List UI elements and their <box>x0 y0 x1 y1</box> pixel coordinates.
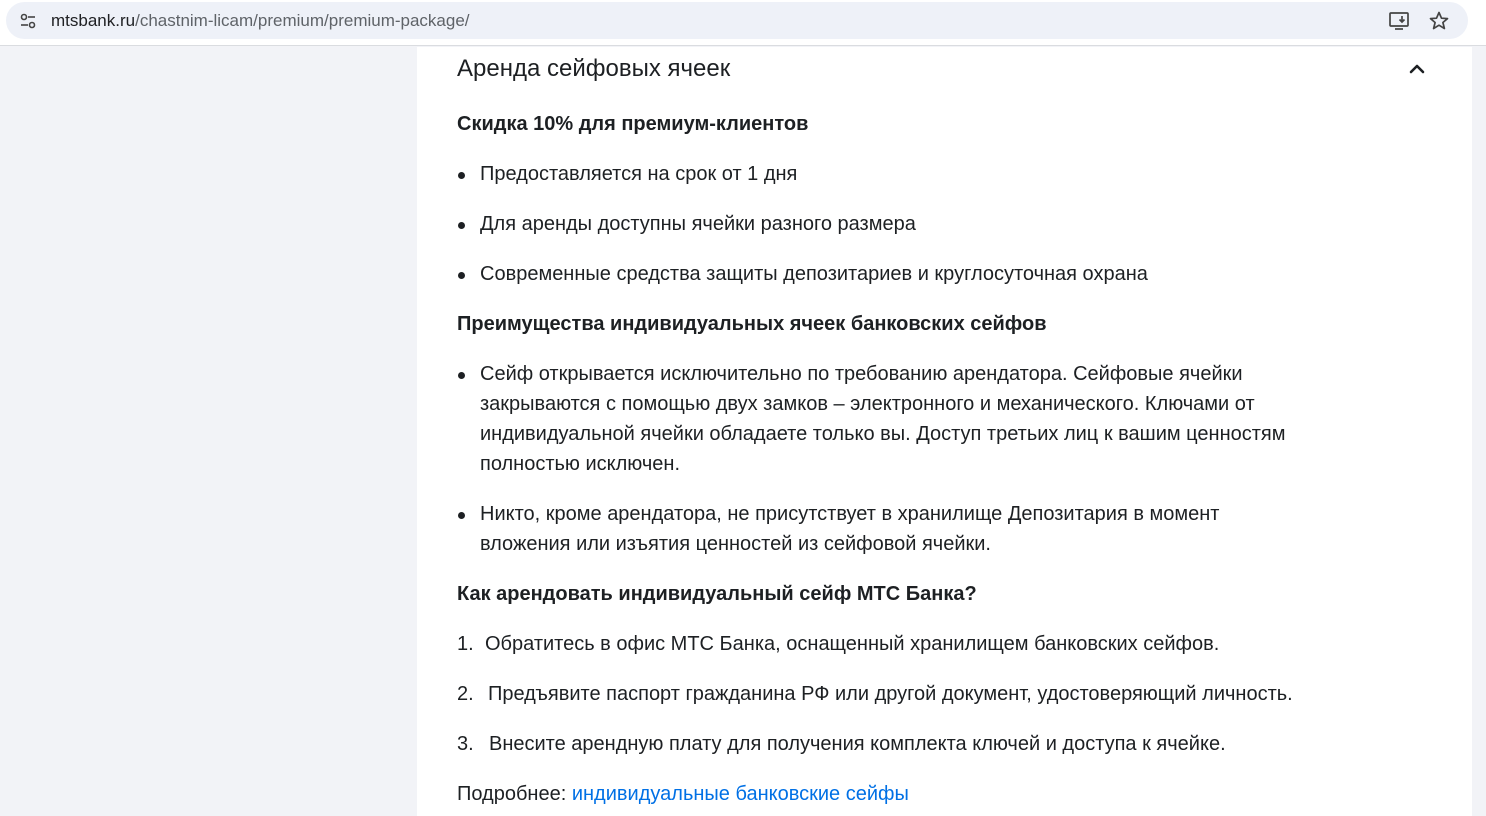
bullet-icon <box>458 512 465 519</box>
list-item: Сейф открывается исключительно по требов… <box>457 359 1377 479</box>
list-item: Предоставляется на срок от 1 дня <box>457 159 797 189</box>
step-number: 1. <box>457 633 474 655</box>
list-item: Современные средства защиты депозитариев… <box>457 259 1148 289</box>
advantages-heading: Преимущества индивидуальных ячеек банков… <box>457 313 1047 335</box>
more-label: Подробнее: <box>457 783 572 805</box>
step-item: 2. Предъявите паспорт гражданина РФ или д… <box>457 679 1293 709</box>
accordion-panel: Аренда сейфовых ячеек Скидка 10% для пре… <box>417 47 1472 816</box>
more-info: Подробнее: индивидуальные банковские сей… <box>457 779 909 809</box>
site-info-icon[interactable] <box>18 11 38 31</box>
discount-heading: Скидка 10% для премиум-клиентов <box>457 113 809 135</box>
chevron-up-icon[interactable] <box>1405 57 1429 81</box>
url-text[interactable]: mtsbank.ru/chastnim-licam/premium/premiu… <box>51 11 470 31</box>
address-bar[interactable]: mtsbank.ru/chastnim-licam/premium/premiu… <box>6 2 1468 39</box>
url-host: mtsbank.ru <box>51 11 136 30</box>
step-item: 1. Обратитесь в офис МТС Банка, оснащенны… <box>457 629 1219 659</box>
page-content: Аренда сейфовых ячеек Скидка 10% для пре… <box>0 47 1486 816</box>
bullet-icon <box>458 372 465 379</box>
url-path: /chastnim-licam/premium/premium-package/ <box>135 11 470 30</box>
bullet-icon <box>458 272 465 279</box>
bullet-icon <box>458 172 465 179</box>
accordion-title[interactable]: Аренда сейфовых ячеек <box>457 55 730 83</box>
browser-toolbar: mtsbank.ru/chastnim-licam/premium/premiu… <box>0 0 1486 46</box>
step-text: Обратитесь в офис МТС Банка, оснащенный … <box>485 633 1220 655</box>
howto-heading: Как арендовать индивидуальный сейф МТС Б… <box>457 583 977 605</box>
bookmark-star-icon[interactable] <box>1427 9 1451 33</box>
step-text: Предъявите паспорт гражданина РФ или дру… <box>488 683 1293 705</box>
step-text: Внесите арендную плату для получения ком… <box>489 733 1226 755</box>
list-item: Для аренды доступны ячейки разного разме… <box>457 209 916 239</box>
bullet-icon <box>458 222 465 229</box>
step-number: 3. <box>457 733 474 755</box>
step-item: 3. Внесите арендную плату для получения к… <box>457 729 1226 759</box>
step-number: 2. <box>457 683 474 705</box>
safes-link[interactable]: индивидуальные банковские сейфы <box>572 783 909 805</box>
install-app-icon[interactable] <box>1387 9 1411 33</box>
list-item: Никто, кроме арендатора, не присутствует… <box>457 499 1377 559</box>
